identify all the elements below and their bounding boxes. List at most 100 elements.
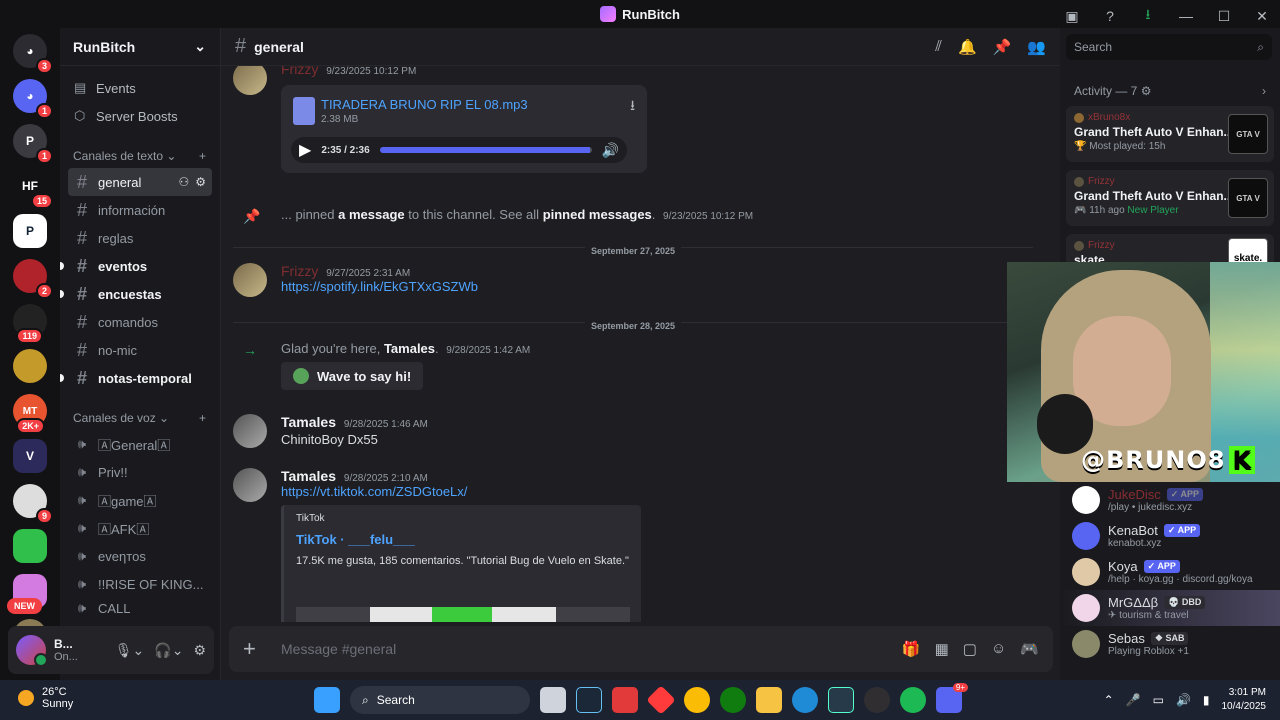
channel-encuestas[interactable]: # encuestas — [60, 280, 212, 308]
pin-icon[interactable]: 📌 — [993, 38, 1012, 56]
channel-notas-temporal[interactable]: # notas-temporal — [60, 364, 212, 392]
channel-comandos[interactable]: # comandos — [68, 308, 212, 336]
chrome-icon[interactable] — [684, 687, 710, 713]
avatar[interactable] — [233, 263, 267, 297]
tiktok-link[interactable]: https://vt.tiktok.com/ZSDGtoeLx/ — [281, 484, 1033, 499]
microphone-icon[interactable]: 🎙⌄ — [115, 642, 145, 659]
discord-taskbar-icon[interactable]: 9+ — [936, 683, 968, 713]
channel-eventos[interactable]: # eventos — [60, 252, 212, 280]
activities-icon[interactable]: 🎮 — [1020, 640, 1039, 658]
voice-channel[interactable]: 🕪 eveηтos — [68, 542, 212, 570]
file-explorer-icon[interactable] — [756, 687, 782, 713]
member-row[interactable]: Sebas ❖ SAB Playing Roblox +1 — [1060, 626, 1280, 662]
settings-gear-icon[interactable]: ⚙ — [193, 642, 206, 659]
message-author[interactable]: Tamales — [281, 468, 336, 484]
server-icon[interactable] — [13, 529, 47, 563]
avatar[interactable] — [233, 468, 267, 502]
bell-icon[interactable]: 🔔 — [958, 38, 977, 56]
server-icon[interactable]: ◕ 1 — [13, 79, 53, 119]
download-icon[interactable]: ⭳ — [1138, 4, 1158, 28]
activity-card[interactable]: Frizzy Grand Theft Auto V Enhan... 🎮 11h… — [1066, 170, 1274, 226]
gear-icon[interactable]: ⚙ — [1141, 84, 1152, 98]
sticker-icon[interactable]: ▢ — [963, 640, 977, 658]
windows-start-icon[interactable] — [314, 687, 340, 713]
emoji-icon[interactable]: ☺ — [991, 640, 1006, 658]
members-icon[interactable]: 👥 — [1027, 38, 1046, 56]
invite-icon[interactable]: ⚇ — [178, 175, 189, 189]
member-row[interactable]: MrGΔΔβ 💀 DBD ✈ tourism & travel — [1060, 590, 1280, 626]
avatar[interactable] — [233, 66, 267, 95]
text-category[interactable]: Canales de texto ⌄ + — [60, 144, 220, 168]
close-button[interactable]: ✕ — [1252, 8, 1272, 25]
server-home[interactable]: ◕ 3 — [13, 34, 53, 74]
activity-header[interactable]: Activity — 7 ⚙ › — [1060, 66, 1280, 98]
avatar[interactable] — [233, 414, 267, 448]
server-mt[interactable]: MT 2K+ — [13, 394, 47, 434]
network-icon[interactable]: ▭ — [1153, 693, 1164, 707]
add-channel-icon[interactable]: + — [199, 411, 206, 425]
play-icon[interactable]: ▶ — [299, 140, 311, 160]
voice-channel[interactable]: 🕪 Priv!! — [68, 458, 212, 486]
player-progress[interactable] — [379, 147, 592, 153]
gif-icon[interactable]: ▦ — [935, 640, 949, 658]
taskbar-search[interactable]: ⌕ Search — [350, 686, 530, 714]
member-row[interactable]: KenaBot ✓ APP kenabot.xyz — [1060, 518, 1280, 554]
voice-channel[interactable]: 🕪 🄰game🄰 — [68, 486, 212, 514]
server-hf[interactable]: HF 15 — [13, 169, 53, 209]
vegas-icon[interactable] — [828, 687, 854, 713]
channel-reglas[interactable]: # reglas — [68, 224, 212, 252]
server-icon[interactable]: V — [13, 439, 47, 473]
server-icon[interactable]: 119 — [13, 304, 47, 344]
volume-icon[interactable]: 🔊 — [602, 142, 619, 159]
embed-thumbnail[interactable] — [296, 607, 630, 622]
channel-informacion[interactable]: # información — [68, 196, 212, 224]
message-author[interactable]: Frizzy — [281, 66, 318, 77]
obs-icon[interactable] — [864, 687, 890, 713]
file-name-link[interactable]: TIRADERA BRUNO RIP EL 08.mp3 — [321, 97, 528, 112]
gear-icon[interactable]: ⚙ — [195, 175, 206, 189]
microphone-icon[interactable]: 🎤 — [1126, 693, 1141, 707]
pinned-message-link[interactable]: a message — [338, 207, 405, 222]
server-icon[interactable]: P 1 — [13, 124, 53, 164]
search-input[interactable]: Search ⌕ — [1066, 34, 1272, 60]
help-icon[interactable]: ? — [1100, 8, 1120, 24]
events-link[interactable]: ▤ Events — [60, 74, 220, 102]
voice-category[interactable]: Canales de voz ⌄ + — [60, 406, 220, 430]
spotify-link[interactable]: https://spotify.link/EkGTXxGSZWb — [281, 279, 1033, 294]
activity-card[interactable]: xBruno8x Grand Theft Auto V Enhan... 🏆 M… — [1066, 106, 1274, 162]
user-names[interactable]: B... On... — [54, 637, 107, 663]
threads-icon[interactable]: ⫽ — [935, 38, 942, 56]
xbox-icon[interactable] — [720, 687, 746, 713]
message-input[interactable]: Message #general — [273, 641, 902, 657]
minimize-button[interactable]: — — [1176, 8, 1196, 24]
chevron-right-icon[interactable]: › — [1262, 84, 1266, 98]
app-icon[interactable] — [612, 687, 638, 713]
voice-channel[interactable]: 🕪 !!RISE OF KING... — [68, 570, 212, 598]
voice-channel[interactable]: 🕪 🄰General🄰 — [68, 430, 212, 458]
server-icon[interactable]: 2 — [13, 259, 53, 299]
add-attachment-icon[interactable]: + — [243, 636, 273, 662]
add-channel-icon[interactable]: + — [199, 149, 206, 163]
pinned-messages-link[interactable]: pinned messages — [543, 207, 652, 222]
voice-channel[interactable]: 🕪 CALL — [68, 598, 212, 618]
wave-button[interactable]: Wave to say hi! — [281, 362, 424, 390]
guild-header[interactable]: RunBitch ⌄ — [60, 28, 220, 66]
gift-icon[interactable]: 🎁 — [902, 640, 921, 658]
avatar[interactable] — [16, 635, 48, 667]
channel-general[interactable]: # general ⚇ ⚙ — [68, 168, 212, 196]
weather-widget[interactable]: 26°C Sunny — [18, 686, 73, 710]
download-icon[interactable]: ⭳ — [630, 95, 635, 119]
server-boosts-link[interactable]: ⬡ Server Boosts — [60, 102, 220, 130]
server-icon[interactable]: 9 — [13, 484, 53, 524]
volume-icon[interactable]: 🔊 — [1176, 693, 1191, 707]
battery-icon[interactable]: ▮ — [1203, 693, 1210, 707]
message-author[interactable]: Tamales — [281, 414, 336, 430]
new-badge[interactable]: NEW — [7, 598, 42, 614]
server-icon[interactable] — [13, 349, 47, 383]
channel-no-mic[interactable]: # no-mic — [68, 336, 212, 364]
voice-channel[interactable]: 🕪 🄰AFK🄰 — [68, 514, 212, 542]
chevron-up-icon[interactable]: ⌃ — [1104, 693, 1114, 707]
task-view-icon[interactable] — [540, 687, 566, 713]
headphones-icon[interactable]: 🎧⌄ — [154, 642, 183, 659]
member-row[interactable]: Koya ✓ APP /help · koya.gg · discord.gg/k… — [1060, 554, 1280, 590]
